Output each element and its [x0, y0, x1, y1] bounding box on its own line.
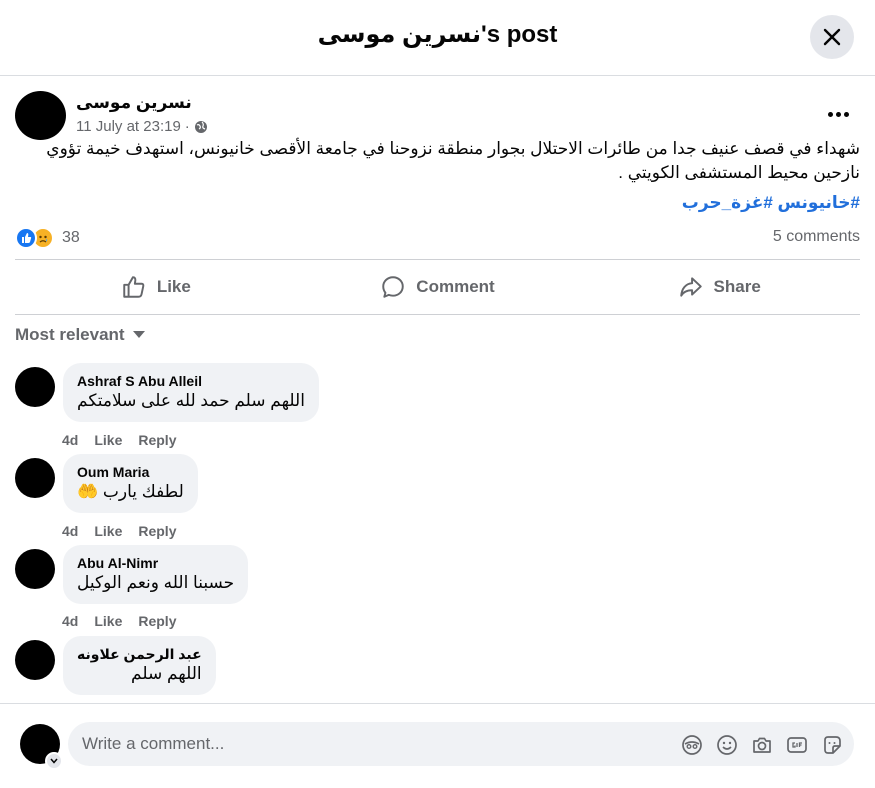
comment-like-button[interactable]: Like [94, 523, 122, 539]
like-label: Like [156, 277, 191, 296]
comment-reply-button[interactable]: Reply [138, 432, 176, 448]
camera-button[interactable] [750, 733, 773, 756]
like-reaction-icon [15, 227, 37, 249]
comment-text: اللهم سلم حمد لله على سلامتكم [77, 391, 305, 410]
comment-actions: 4d Like Reply [62, 613, 176, 629]
post-meta: 11 July at 23:19 · [76, 118, 208, 135]
comment-time[interactable]: 4d [62, 523, 78, 539]
comment-like-button[interactable]: Like [94, 613, 122, 629]
like-button[interactable]: Like [15, 260, 297, 314]
meta-separator: · [184, 118, 190, 135]
comment-bubble: Oum Maria لطفك يارب 🤲 [63, 454, 198, 513]
more-dot-icon [835, 111, 841, 117]
commenter-avatar[interactable] [15, 549, 55, 589]
reactions-summary[interactable]: 38 [15, 227, 80, 249]
sort-label: Most relevant [15, 325, 125, 344]
composer-tools [680, 733, 843, 756]
reaction-count: 38 [62, 229, 80, 246]
comment-bubble: عبد الرحمن علاونه اللهم سلم [63, 636, 216, 695]
comments-count[interactable]: 5 comments [773, 228, 860, 246]
chevron-down-icon [50, 758, 58, 764]
comment-author[interactable]: Abu Al-Nimr [77, 554, 234, 572]
comment-author[interactable]: Ashraf S Abu Alleil [77, 372, 305, 390]
commenter-avatar[interactable] [15, 367, 55, 407]
comment-actions: 4d Like Reply [62, 432, 176, 448]
comment-time[interactable]: 4d [62, 432, 78, 448]
post-author-name[interactable]: نسرين موسى [76, 93, 192, 113]
globe-icon [194, 120, 207, 133]
sticker-icon [823, 735, 841, 754]
comment-bubble: Ashraf S Abu Alleil اللهم سلم حمد لله عل… [63, 363, 319, 422]
praying-hands-emoji: 🤲 [77, 482, 99, 501]
comment-reply-button[interactable]: Reply [138, 613, 176, 629]
gif-icon [786, 736, 807, 753]
comment-reply-button[interactable]: Reply [138, 523, 176, 539]
comment-text-row: لطفك يارب 🤲 [77, 481, 184, 503]
comment-text: اللهم سلم [131, 664, 202, 683]
share-label: Share [713, 277, 761, 296]
post-author-avatar[interactable] [15, 91, 66, 140]
comment-text: لطفك يارب [102, 482, 184, 501]
comment-actions: 4d Like Reply [62, 523, 176, 539]
comment-text: حسبنا الله ونعم الوكيل [77, 573, 235, 592]
post-hashtags[interactable]: #خانيونس #غزة_حرب [15, 193, 860, 213]
commenter-avatar[interactable] [15, 640, 55, 680]
comment-author[interactable]: عبد الرحمن علاونه [77, 645, 202, 663]
caret-down-icon [132, 331, 145, 338]
post-text: شهداء في قصف عنيف جدا من طائرات الاحتلال… [46, 139, 860, 182]
post-timestamp[interactable]: 11 July at 23:19 [76, 118, 181, 135]
sticker-button[interactable] [820, 733, 843, 756]
camera-icon [752, 737, 771, 753]
dialog-title: نسرين موسى's post [317, 21, 558, 48]
comment-bubble: Abu Al-Nimr حسبنا الله ونعم الوكيل [63, 545, 249, 604]
account-switch-button[interactable] [45, 752, 63, 770]
dialog-header: نسرين موسى's post [0, 0, 875, 76]
share-button[interactable]: Share [578, 260, 860, 314]
post-action-bar: Like Comment Share [15, 259, 860, 315]
more-dot-icon [843, 111, 849, 117]
gif-button[interactable] [785, 733, 808, 756]
close-button[interactable] [810, 15, 854, 59]
comment-author[interactable]: Oum Maria [77, 463, 184, 481]
like-icon [123, 276, 145, 298]
close-icon [823, 28, 841, 46]
comment-composer [0, 703, 875, 788]
emoji-button[interactable] [715, 733, 738, 756]
comment-button[interactable]: Comment [297, 260, 579, 314]
comment-like-button[interactable]: Like [94, 432, 122, 448]
more-dot-icon [827, 111, 833, 117]
more-options-button[interactable] [820, 100, 856, 128]
avatar-sticker-icon [681, 734, 702, 755]
emoji-icon [716, 734, 737, 755]
avatar-sticker-button[interactable] [680, 733, 703, 756]
commenter-avatar[interactable] [15, 458, 55, 498]
share-icon [679, 277, 702, 297]
comment-icon [382, 276, 405, 298]
comment-label: Comment [416, 277, 495, 296]
comment-time[interactable]: 4d [62, 613, 78, 629]
comment-sort-dropdown[interactable]: Most relevant [15, 325, 145, 345]
